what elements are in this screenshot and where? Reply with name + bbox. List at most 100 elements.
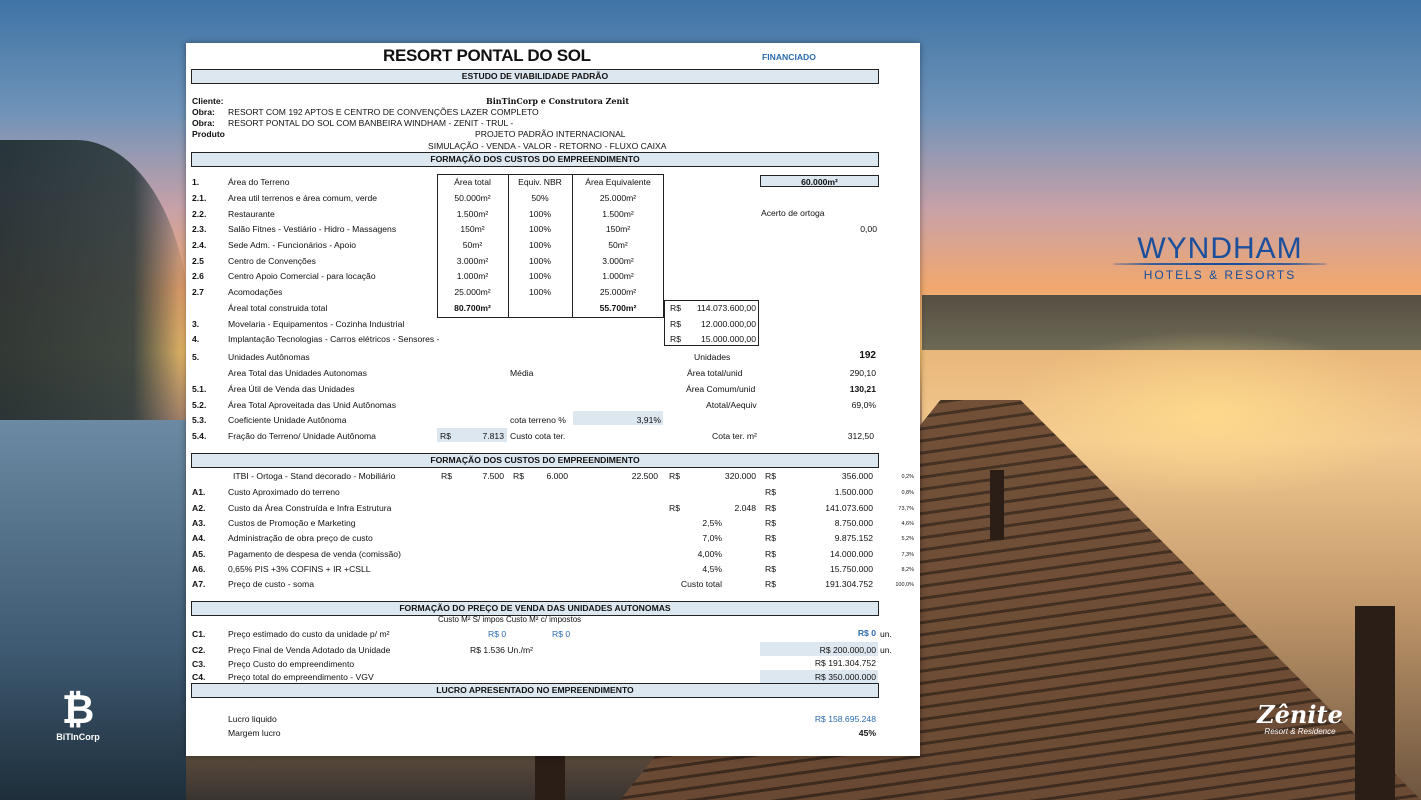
cost-value: 1.500.000 [834, 487, 873, 497]
client-label: Cliente: [192, 96, 224, 106]
cost-row-label: Custo Aproximado do terreno [228, 487, 340, 497]
col-area-equivalente: Área Equivalente [585, 177, 651, 187]
currency-label: R$ [669, 503, 680, 513]
area-equivalent-cell: 150m² [605, 224, 631, 234]
viability-spreadsheet: RESORT PONTAL DO SOL FINANCIADO ESTUDO D… [186, 43, 920, 756]
zenite-subtitle: Resort & Residence [1264, 727, 1336, 736]
row-number: 4. [192, 334, 200, 344]
currency-label: R$ [670, 319, 681, 329]
background-water [0, 420, 186, 800]
row-number: 1. [192, 177, 200, 187]
area-row-label: Sede Adm. - Funcionários - Apoio [228, 240, 357, 250]
units-count: 192 [859, 350, 876, 361]
area-total-cell: 1.000m² [456, 271, 489, 281]
costs-band: FORMAÇÃO DOS CUSTOS DO EMPREENDIMENTO [191, 152, 879, 167]
study-band: ESTUDO DE VIABILIDADE PADRÃO [191, 69, 879, 84]
obra-value: RESORT COM 192 APTOS E CENTRO DE CONVENÇ… [228, 107, 539, 117]
currency-label: R$ [765, 549, 776, 559]
row-number: A6. [192, 564, 206, 574]
row-label: Área Útil de Venda das Unidades [228, 384, 355, 394]
currency-label: R$ [513, 471, 524, 481]
col-area-total: Área total [454, 177, 491, 187]
area-row-label: Restaurante [228, 209, 275, 219]
row-label: Coeficiente Unidade Autônoma [228, 415, 347, 425]
row-label: Area Total das Unidades Autonomas [228, 368, 367, 378]
currency-label: R$ [441, 471, 452, 481]
cost-row-label: Custo da Área Construída e Infra Estrutu… [228, 503, 392, 513]
row-number: C4. [192, 672, 206, 682]
price-subheader: Custo M² S/ impos Custo M² c/ impostos [438, 615, 582, 624]
row-key: cota terreno % [510, 415, 566, 425]
area-row-label: Centro Apoio Comercial - para locação [228, 271, 376, 281]
currency-label: R$ [765, 471, 776, 481]
row-key: Atotal/Aequiv [706, 400, 757, 410]
project-cost-value: R$ 191.304.752 [814, 658, 876, 668]
pier-post [990, 470, 1004, 540]
cost-row-label: Administração de obra preço de custo [228, 533, 373, 543]
row-number: 3. [192, 319, 200, 329]
itbi-value: 22.500 [631, 471, 658, 481]
row-number: 5.3. [192, 415, 207, 425]
background-trees [0, 140, 190, 460]
cost-value: 9.875.152 [834, 533, 873, 543]
row-value: 290,10 [849, 368, 876, 378]
row-label: Movelaria - Equipamentos - Cozinha Indus… [228, 319, 405, 329]
row-number: 5. [192, 352, 200, 362]
equiv-cell: 50% [531, 193, 549, 203]
col-equiv-nbr: Equiv. NBR [518, 177, 562, 187]
cost-value: 141.073.600 [825, 503, 873, 513]
row-number: 5.4. [192, 431, 207, 441]
area-total-cell: 50m² [462, 240, 483, 250]
zenite-logo: Zênite Resort & Residence [1250, 700, 1350, 736]
row-value: 312,50 [847, 431, 874, 441]
row-value: 12.000.000,00 [701, 319, 756, 329]
product-label: Produto [192, 129, 225, 139]
currency-label: R$ [765, 533, 776, 543]
equiv-cell: 100% [529, 209, 551, 219]
unit-suffix: un. [880, 629, 892, 639]
row-number: C2. [192, 645, 206, 655]
row-number: 2.6 [192, 271, 204, 281]
wyndham-name: WYNDHAM [1137, 232, 1303, 265]
row-key: Área Comum/unid [686, 384, 756, 394]
unit-suffix: un. [880, 645, 892, 655]
area-total-cell: 3.000m² [456, 256, 489, 266]
product-value: PROJETO PADRÃO INTERNACIONAL [475, 129, 626, 139]
area-row-label: Area util terrenos e área comum, verde [228, 193, 378, 203]
cost-percent: 4,5% [702, 564, 722, 574]
cost-unit-value: 2.048 [734, 503, 756, 513]
pier-post [535, 756, 565, 800]
row-key: Área total/unid [687, 368, 743, 378]
share-percent: 8,2% [901, 567, 914, 573]
row-label: Preço total do empreendimento - VGV [228, 672, 374, 682]
currency-label: R$ [765, 579, 776, 589]
row-number: 2.4. [192, 240, 207, 250]
obra-label: Obra: [192, 107, 215, 117]
quota-percent: 3,91% [636, 415, 661, 425]
equiv-cell: 100% [529, 224, 551, 234]
cost-percent: 4,00% [697, 549, 722, 559]
cost-percent: 7,0% [702, 533, 722, 543]
area-equivalent-cell: 25.000m² [599, 193, 637, 203]
equiv-cell: 100% [529, 240, 551, 250]
net-profit-value: R$ 158.695.248 [814, 714, 876, 724]
itbi-value: 6.000 [546, 471, 568, 481]
bitincorp-logo: ₿ BiTInCorp [48, 690, 108, 742]
wyndham-logo: WYNDHAM HOTELS & RESORTS [1113, 232, 1327, 282]
simulation-line: SIMULAÇÃO - VENDA - VALOR - RETORNO - FL… [428, 141, 667, 151]
cost-percent: Custo total [680, 579, 722, 589]
unit-cost-value: R$ 0 [857, 628, 876, 638]
currency-label: R$ [765, 518, 776, 528]
financing-tag: FINANCIADO [762, 52, 816, 62]
equiv-cell: 100% [529, 256, 551, 266]
itbi-total: 356.000 [841, 471, 873, 481]
currency-label: R$ [669, 471, 680, 481]
row-key: Cota ter. m² [712, 431, 757, 441]
share-percent: 5,2% [901, 536, 914, 542]
row-label: Unidades Autônomas [228, 352, 310, 362]
obra-label: Obra: [192, 118, 215, 128]
equiv-cell: 100% [529, 271, 551, 281]
row-label: Implantação Tecnologias - Carros elétric… [228, 334, 440, 344]
pier-post [1355, 606, 1395, 800]
itbi-value: 320.000 [724, 471, 756, 481]
